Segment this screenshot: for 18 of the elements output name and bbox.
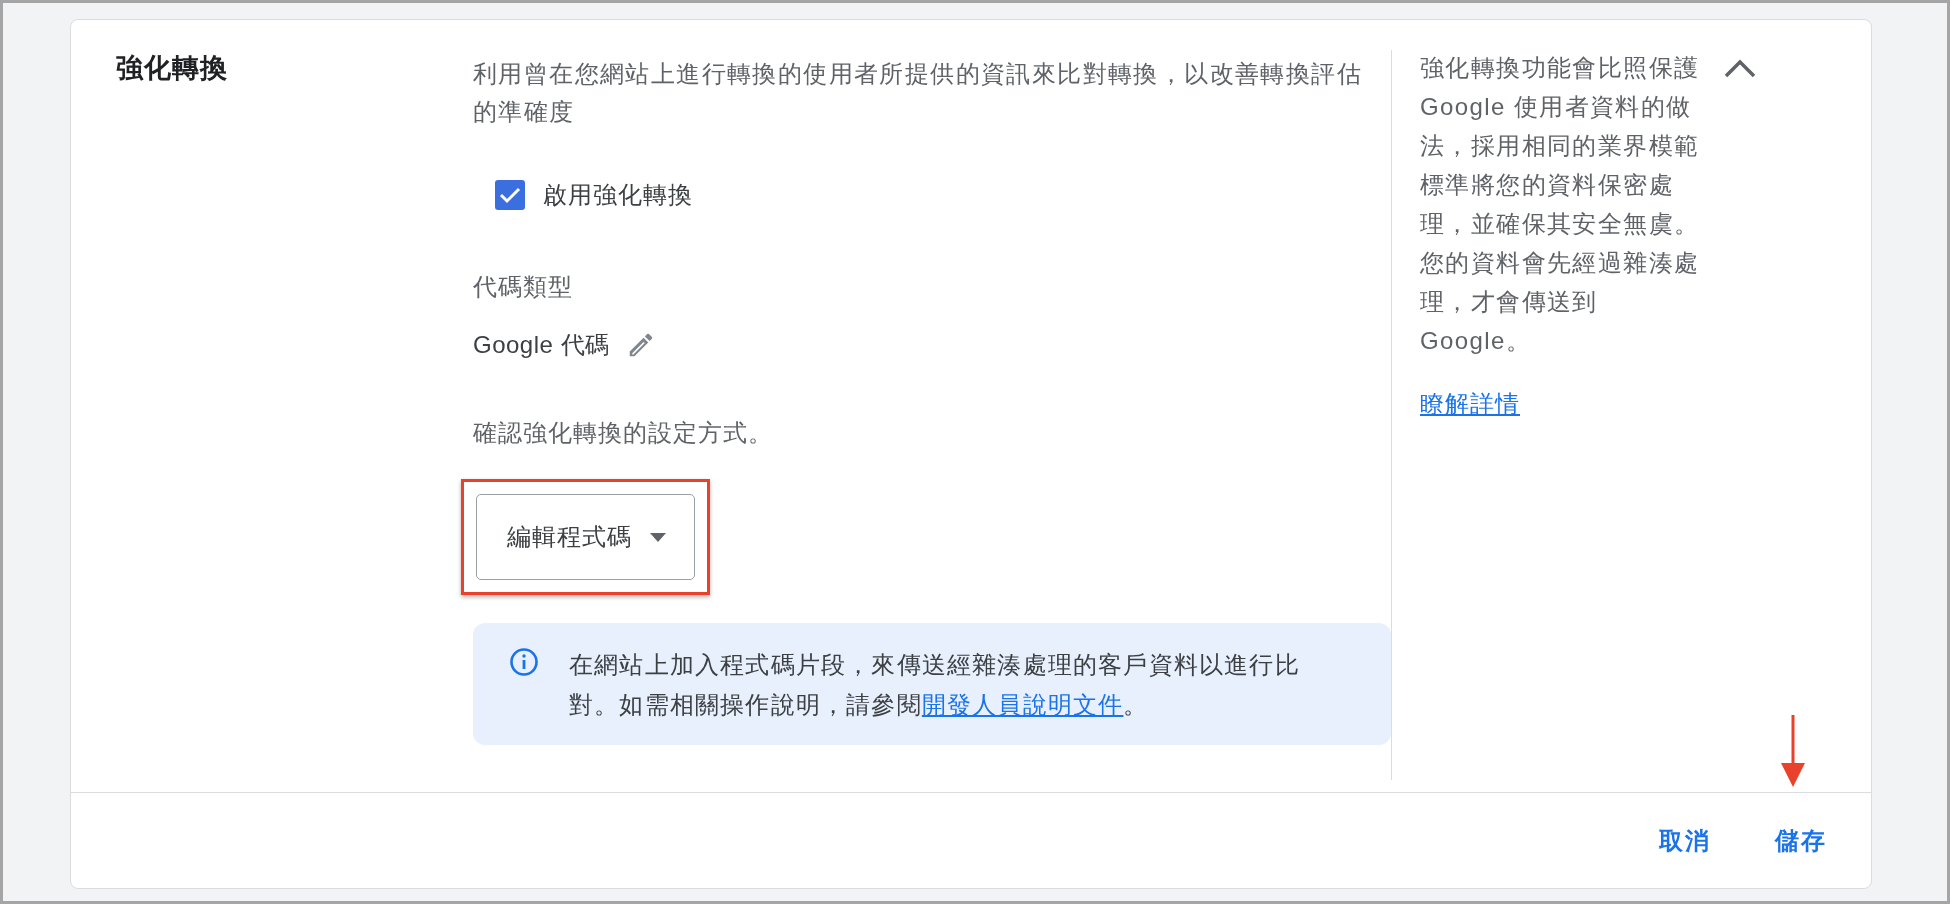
text-button[interactable]: 取消 [1639, 812, 1731, 869]
check-icon [499, 186, 521, 204]
text-button[interactable]: 儲存 [1755, 812, 1847, 869]
info-icon [509, 647, 539, 677]
section-title: 強化轉換 [116, 52, 228, 85]
setup-prompt: 確認強化轉換的設定方式。 [473, 418, 773, 448]
learn-more-link[interactable]: 瞭解詳情 [1420, 388, 1520, 420]
checkbox-label: 啟用強化轉換 [543, 180, 693, 210]
dropdown[interactable]: 編輯程式碼 [476, 494, 695, 580]
section-description: 利用曾在您網站上進行轉換的使用者所提供的資訊來比對轉換，以改善轉換評估的準確度 [473, 59, 1363, 127]
field-label: 代碼類型 [473, 272, 573, 302]
info-text: 在網站上加入程式碼片段，來傳送經雜湊處理的客戶資料以進行比對。如需相關操作說明，請參閱開發人員說明文件。 [569, 650, 1301, 720]
side-note: 強化轉換功能會比照保護 Google 使用者資料的做法，採用相同的業界模範標準將您的資料保密處理，並確保其安全無虞。您的資料會先經過雜湊處理，才會傳送到 Google。 [1420, 53, 1701, 356]
checkbox[interactable] [495, 180, 525, 210]
field-value: Google 代碼 [473, 330, 610, 360]
caret-icon [650, 532, 666, 542]
docs-link[interactable]: 開發人員說明文件 [921, 691, 1124, 718]
arrow [1781, 715, 1805, 787]
